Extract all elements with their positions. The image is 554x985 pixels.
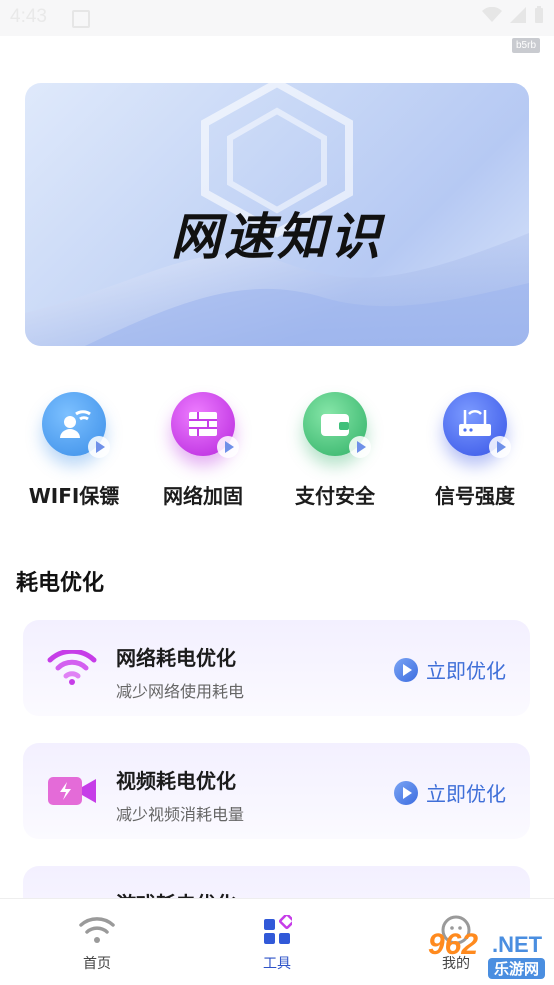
- card-subtitle: 减少视频消耗电量: [116, 805, 245, 824]
- banner[interactable]: 网速知识: [25, 83, 529, 346]
- card-video-power[interactable]: 视频耗电优化 减少视频消耗电量 立即优化: [23, 743, 530, 839]
- tab-label: 首页: [83, 956, 111, 972]
- card-subtitle: 减少网络使用耗电: [116, 682, 245, 701]
- wifi-icon: [79, 917, 115, 943]
- card-title: 视频耗电优化: [116, 769, 236, 793]
- tab-home[interactable]: 首页: [47, 913, 147, 973]
- play-icon: [88, 436, 110, 458]
- tool-wifi-guard[interactable]: WIFI保镖: [9, 392, 139, 509]
- play-icon: [217, 436, 239, 458]
- wallet-icon: [303, 392, 371, 458]
- wifi-icon: [47, 650, 97, 685]
- tab-tools[interactable]: 工具: [227, 913, 327, 973]
- play-icon: [394, 657, 418, 682]
- play-icon: [394, 780, 418, 805]
- wifi-signal-icon: [482, 7, 502, 22]
- tool-label: 网络加固: [163, 484, 243, 508]
- tool-label: 支付安全: [295, 484, 375, 508]
- section-title: 耗电优化: [16, 571, 105, 596]
- notification-icon: [72, 10, 90, 28]
- watermark-logo: 962 .NET 乐游网: [406, 928, 548, 979]
- router-icon: [443, 392, 511, 458]
- firewall-icon: [171, 392, 239, 458]
- cell-signal-icon: [510, 7, 526, 23]
- watermark-domain: .NET: [492, 932, 543, 957]
- watermark-brand: 962: [428, 928, 479, 961]
- status-time: 4:43: [10, 6, 47, 27]
- grid-icon: [264, 915, 292, 944]
- tool-payment-security[interactable]: 支付安全: [270, 392, 400, 509]
- play-icon: [349, 436, 371, 458]
- tool-label: 信号强度: [435, 484, 515, 508]
- play-icon: [489, 436, 511, 458]
- optimize-label: 立即优化: [426, 782, 506, 806]
- tool-signal-strength[interactable]: 信号强度: [410, 392, 540, 509]
- watermark-tagline: 乐游网: [488, 958, 546, 979]
- optimize-button[interactable]: 立即优化: [394, 778, 506, 807]
- wifi-shield-icon: [42, 392, 110, 458]
- tool-network-hardening[interactable]: 网络加固: [138, 392, 268, 509]
- build-tag: b5rb: [511, 38, 540, 53]
- tool-label: WIFI保镖: [28, 484, 120, 508]
- battery-icon: [535, 6, 543, 23]
- video-icon: [48, 777, 96, 805]
- status-bar: 4:43: [0, 0, 554, 36]
- optimize-label: 立即优化: [426, 659, 506, 683]
- card-network-power[interactable]: 网络耗电优化 减少网络使用耗电 立即优化: [23, 620, 530, 716]
- banner-title: 网速知识: [171, 208, 383, 266]
- optimize-button[interactable]: 立即优化: [394, 655, 506, 684]
- card-title: 网络耗电优化: [116, 646, 236, 670]
- status-icons: [482, 6, 544, 24]
- tab-label: 工具: [263, 956, 291, 972]
